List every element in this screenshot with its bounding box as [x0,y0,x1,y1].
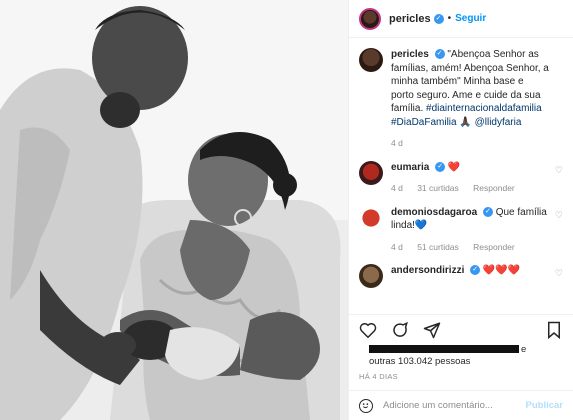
verified-icon: ✓ [433,13,444,24]
comment-input[interactable]: Adicione um comentário... [383,400,526,411]
comment-meta: 4 d 31 curtidas Responder [391,182,549,196]
heart-icon[interactable]: ♡ [555,268,563,279]
comment-username[interactable]: eumaria [391,162,429,173]
comment-username[interactable]: demoniosdagaroa [391,207,477,218]
emoji-icon[interactable] [359,398,373,413]
caption-emoji: 🙏🏿 [459,116,472,128]
heart-icon[interactable]: ♡ [555,165,563,176]
bookmark-icon[interactable] [543,319,565,341]
redacted-bar [369,345,519,353]
post-sidebar: pericles ✓ • Seguir pericles ✓ "Abençoa … [348,0,573,420]
comment-likes[interactable]: 31 curtidas [417,183,459,193]
caption-meta: 4 d [391,137,549,151]
comment: demoniosdagaroa ✓ Que família linda!💙 4 … [359,205,563,255]
avatar[interactable] [359,7,381,30]
comment: eumaria ✓ ❤️ 4 d 31 curtidas Responder ♡ [359,160,563,196]
avatar[interactable] [359,48,383,72]
follow-button[interactable]: Seguir [455,13,486,24]
comment-username[interactable]: andersondirizzi [391,265,464,276]
share-icon[interactable] [421,319,443,341]
verified-icon: ✓ [435,161,446,172]
comment-likes[interactable]: 51 curtidas [417,242,459,252]
action-bar [349,314,573,344]
hashtag-link[interactable]: #diainternacionaldafamilia [426,103,542,114]
likes-conjunction: e [521,344,527,355]
comment-meta: 4 d 51 curtidas Responder [391,241,549,255]
avatar[interactable] [359,205,383,230]
comment-text: ❤️❤️❤️ [482,265,521,276]
post-header: pericles ✓ • Seguir [349,0,573,38]
comments-list: pericles ✓ "Abençoa Senhor as famílias, … [349,38,573,314]
caption-body: pericles ✓ "Abençoa Senhor as famílias, … [391,48,563,151]
likes-count[interactable]: outras 103.042 pessoas [369,356,470,367]
header-username[interactable]: pericles [389,13,431,25]
instagram-post: pericles ✓ • Seguir pericles ✓ "Abençoa … [0,0,573,420]
comment-body: andersondirizzi ✓ ❤️❤️❤️ [391,264,563,288]
comment-time[interactable]: 4 d [391,183,403,193]
caption-username[interactable]: pericles [391,49,429,60]
comment-body: demoniosdagaroa ✓ Que família linda!💙 4 … [391,206,563,255]
publish-button[interactable]: Publicar [526,400,564,411]
caption-time[interactable]: 4 d [391,138,403,148]
post-photo[interactable] [0,0,348,420]
mention-link[interactable]: @llidyfaria [475,117,522,128]
verified-icon: ✓ [470,265,481,276]
heart-icon[interactable] [357,319,379,341]
verified-icon: ✓ [434,49,445,60]
verified-icon: ✓ [482,206,493,217]
family-photo [0,0,348,420]
reply-button[interactable]: Responder [473,242,515,252]
comment: andersondirizzi ✓ ❤️❤️❤️ ♡ [359,264,563,288]
comment-body: eumaria ✓ ❤️ 4 d 31 curtidas Responder [391,161,563,196]
avatar[interactable] [359,160,383,185]
hashtag-link[interactable]: #DiaDaFamilia [391,117,457,128]
comment-time[interactable]: 4 d [391,242,403,252]
caption: pericles ✓ "Abençoa Senhor as famílias, … [359,48,563,151]
comment-icon[interactable] [389,319,411,341]
comment-text: ❤️ [447,161,461,173]
separator-dot: • [447,13,452,24]
avatar[interactable] [359,264,383,288]
reply-button[interactable]: Responder [473,183,515,193]
post-timestamp[interactable]: HÁ 4 DIAS [349,372,573,390]
likes-summary: e outras 103.042 pessoas [349,344,573,372]
heart-icon[interactable]: ♡ [555,210,563,221]
add-comment-bar: Adicione um comentário... Publicar [349,390,573,420]
